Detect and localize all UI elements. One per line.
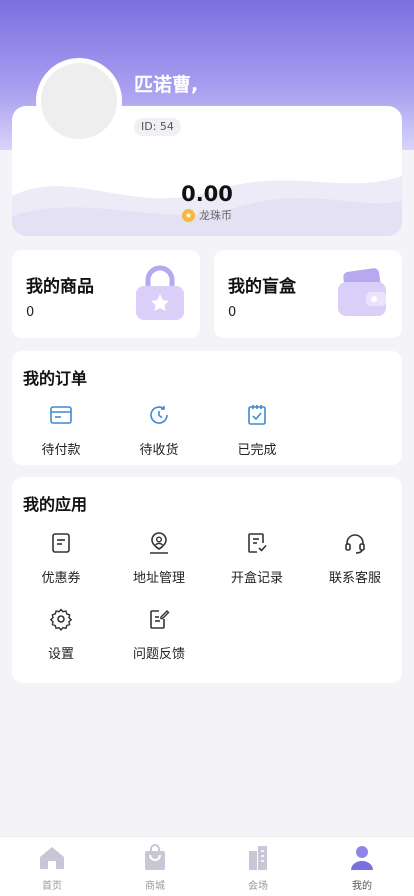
app-address-label: 地址管理 xyxy=(132,571,185,586)
order-completed-label: 已完成 xyxy=(237,443,277,458)
orders-title: 我的订单 xyxy=(23,369,88,388)
my-blindbox-title: 我的盲盒 xyxy=(228,277,296,297)
bottom-tab-bar: 首页 商城 会场 我的 xyxy=(0,836,414,896)
my-goods-title: 我的商品 xyxy=(26,277,94,297)
headset-icon xyxy=(345,534,365,554)
tab-mall[interactable]: 商城 xyxy=(125,843,185,892)
apps-title: 我的应用 xyxy=(23,495,88,514)
user-icon xyxy=(351,846,373,870)
order-pending-payment[interactable]: 待付款 xyxy=(12,403,110,458)
app-address[interactable]: 地址管理 xyxy=(110,531,208,586)
app-coupon[interactable]: 优惠券 xyxy=(12,531,110,586)
clock-icon xyxy=(150,406,168,424)
shopping-bag-icon xyxy=(145,844,165,870)
order-completed[interactable]: 已完成 xyxy=(208,403,306,458)
my-blindbox-count: 0 xyxy=(228,305,237,320)
apps-section: 我的应用 优惠券 地址管理 开盒记录 联系客服 设置 问题反馈 xyxy=(12,477,402,683)
wallet-card-icon xyxy=(50,406,72,424)
checked-clipboard-icon xyxy=(248,405,266,425)
app-feedback-label: 问题反馈 xyxy=(132,647,185,662)
username: 匹诺曹, xyxy=(134,74,199,96)
orders-section: 我的订单 待付款 待收货 已完成 xyxy=(12,351,402,465)
tab-home[interactable]: 首页 xyxy=(22,843,82,892)
wallet-illustration-icon xyxy=(338,268,386,316)
tab-mine-label: 我的 xyxy=(352,881,372,892)
app-customer-service[interactable]: 联系客服 xyxy=(306,531,404,586)
currency-label: 龙珠币 xyxy=(199,209,232,222)
tab-venue-label: 会场 xyxy=(248,881,268,892)
app-coupon-label: 优惠券 xyxy=(41,571,81,586)
coupon-icon xyxy=(52,533,70,553)
shopping-bag-illustration-icon xyxy=(136,265,184,320)
order-pending-receipt[interactable]: 待收货 xyxy=(110,403,208,458)
location-user-icon xyxy=(150,532,168,554)
my-goods-count: 0 xyxy=(26,305,35,320)
order-pending-receipt-label: 待收货 xyxy=(139,443,179,458)
tab-mall-label: 商城 xyxy=(145,881,165,892)
currency-row: ★ 龙珠币 xyxy=(0,207,414,223)
app-customer-service-label: 联系客服 xyxy=(328,571,381,586)
tab-venue[interactable]: 会场 xyxy=(228,843,288,892)
app-open-records-label: 开盒记录 xyxy=(230,571,283,586)
app-settings-label: 设置 xyxy=(47,647,74,662)
coin-balance: 0.00 xyxy=(181,182,233,206)
app-feedback[interactable]: 问题反馈 xyxy=(110,607,208,662)
tab-home-label: 首页 xyxy=(42,881,62,892)
coin-icon: ★ xyxy=(182,208,195,222)
my-goods-card[interactable]: 我的商品 0 xyxy=(12,250,200,338)
order-pending-payment-label: 待付款 xyxy=(41,443,81,458)
app-settings[interactable]: 设置 xyxy=(12,607,110,662)
home-icon xyxy=(40,847,64,869)
gear-icon xyxy=(49,608,73,631)
record-icon xyxy=(248,533,267,553)
app-open-records[interactable]: 开盒记录 xyxy=(208,531,306,586)
building-icon xyxy=(249,846,267,870)
tab-mine[interactable]: 我的 xyxy=(332,843,392,892)
feedback-edit-icon xyxy=(150,610,170,629)
user-id-badge: ID: 54 xyxy=(134,118,181,136)
my-blindbox-card[interactable]: 我的盲盒 0 xyxy=(214,250,402,338)
avatar[interactable] xyxy=(36,58,122,144)
